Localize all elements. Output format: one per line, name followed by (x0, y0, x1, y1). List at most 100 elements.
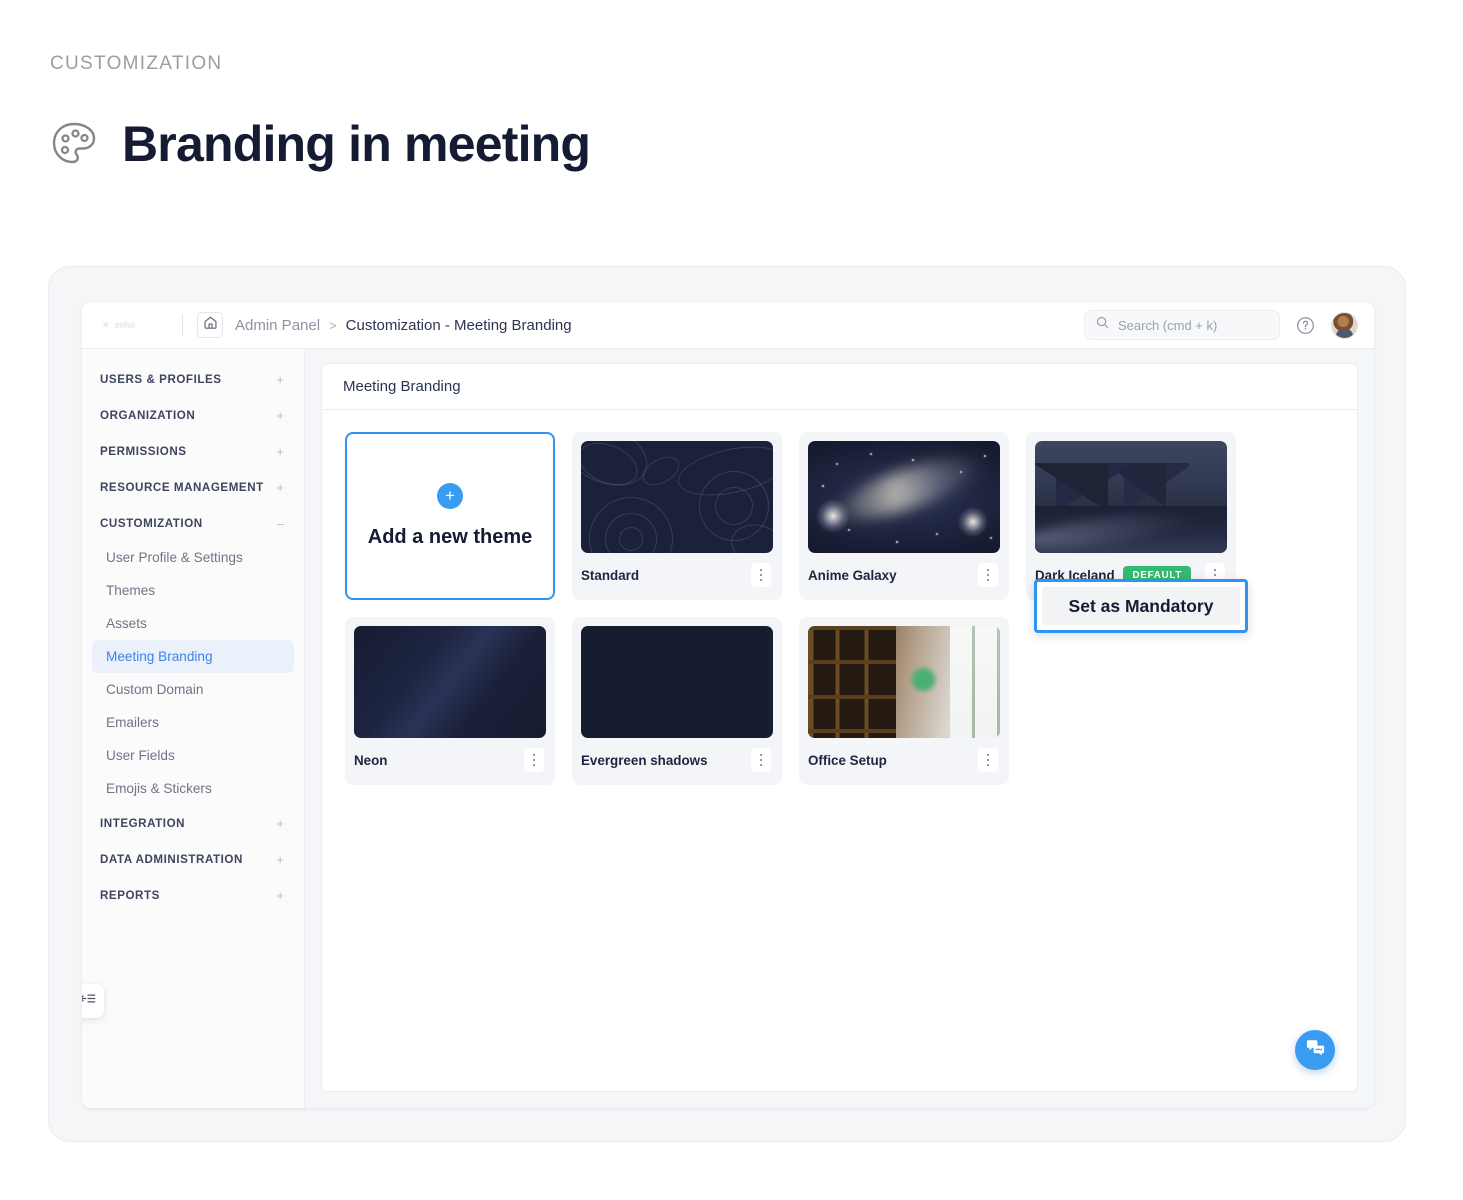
theme-card-footer: Office Setup (808, 738, 1000, 782)
theme-card-footer: Standard (581, 553, 773, 597)
sidebar-item-assets[interactable]: Assets (92, 607, 294, 640)
page-title: Branding in meeting (122, 119, 590, 169)
home-button[interactable] (197, 312, 223, 338)
brand-mark-icon: ✕ (102, 320, 110, 331)
theme-thumbnail-evergreen-shadows (581, 626, 773, 738)
expander-icon: + (276, 445, 284, 458)
add-new-theme-label: Add a new theme (368, 526, 532, 549)
expander-icon: + (276, 409, 284, 422)
sidebar-item-emojis-stickers[interactable]: Emojis & Stickers (92, 772, 294, 805)
sidebar-item-user-fields[interactable]: User Fields (92, 739, 294, 772)
theme-card[interactable]: Anime Galaxy (799, 432, 1009, 600)
app-frame: ✕ zoho Admin Panel > Customization - Mee… (48, 266, 1406, 1142)
topbar-right-tools: Search (cmd + k) (1084, 310, 1374, 340)
expander-icon: + (276, 889, 284, 902)
search-input[interactable]: Search (cmd + k) (1084, 310, 1280, 340)
palette-icon (48, 118, 100, 170)
theme-card[interactable]: Standard (572, 432, 782, 600)
sidebar-item-custom-domain[interactable]: Custom Domain (92, 673, 294, 706)
sidebar-item-label: User Profile & Settings (106, 550, 243, 565)
question-mark-icon[interactable] (1296, 316, 1315, 335)
theme-card-footer: Evergreen shadows (581, 738, 773, 782)
sidebar-group-customization[interactable]: CUSTOMIZATION – (82, 505, 304, 541)
expander-icon: – (277, 517, 284, 530)
search-placeholder: Search (cmd + k) (1118, 318, 1217, 333)
sidebar-group-label: PERMISSIONS (100, 445, 187, 458)
sidebar-group-label: REPORTS (100, 889, 160, 902)
topbar-divider (182, 314, 183, 336)
expander-icon: + (276, 817, 284, 830)
meeting-branding-panel: Meeting Branding + Add a new theme (321, 363, 1358, 1092)
sidebar: USERS & PROFILES + ORGANIZATION + PERMIS… (82, 349, 305, 1108)
kebab-menu-icon[interactable] (978, 748, 998, 772)
sidebar-item-label: Meeting Branding (106, 649, 213, 664)
sidebar-group-label: ORGANIZATION (100, 409, 195, 422)
sidebar-group-label: INTEGRATION (100, 817, 185, 830)
page-title-row: Branding in meeting (48, 118, 590, 170)
app-body: USERS & PROFILES + ORGANIZATION + PERMIS… (82, 349, 1374, 1108)
sidebar-group-resource-management[interactable]: RESOURCE MANAGEMENT + (82, 469, 304, 505)
sidebar-item-label: Emailers (106, 715, 159, 730)
chat-support-button[interactable] (1295, 1030, 1335, 1070)
sidebar-group-integration[interactable]: INTEGRATION + (82, 805, 304, 841)
theme-name: Evergreen shadows (581, 753, 708, 768)
theme-thumbnail-neon (354, 626, 546, 738)
kebab-menu-icon[interactable] (524, 748, 544, 772)
menu-item-set-as-mandatory[interactable]: Set as Mandatory (1042, 587, 1240, 625)
kebab-menu-icon[interactable] (751, 563, 771, 587)
panel-title: Meeting Branding (322, 364, 1357, 410)
sidebar-group-label: DATA ADMINISTRATION (100, 853, 243, 866)
theme-name: Anime Galaxy (808, 568, 897, 583)
expander-icon: + (276, 853, 284, 866)
sidebar-item-label: Themes (106, 583, 155, 598)
expander-icon: + (276, 481, 284, 494)
sidebar-item-label: Assets (106, 616, 147, 631)
home-icon (203, 315, 218, 335)
sidebar-group-permissions[interactable]: PERMISSIONS + (82, 433, 304, 469)
theme-thumbnail-dark-iceland (1035, 441, 1227, 553)
theme-name: Neon (354, 753, 387, 768)
expander-icon: + (276, 373, 284, 386)
sidebar-item-meeting-branding[interactable]: Meeting Branding (92, 640, 294, 673)
brand-wordmark: zoho (115, 320, 136, 330)
theme-name: Office Setup (808, 753, 887, 768)
chat-bubbles-icon (1305, 1037, 1326, 1063)
main-content: Meeting Branding + Add a new theme (305, 349, 1374, 1108)
plus-icon: + (437, 483, 463, 509)
theme-thumbnail-standard (581, 441, 773, 553)
theme-thumbnail-office-setup (808, 626, 1000, 738)
sidebar-group-users-profiles[interactable]: USERS & PROFILES + (82, 361, 304, 397)
add-new-theme-card[interactable]: + Add a new theme (345, 432, 555, 600)
brand-logo[interactable]: ✕ zoho (82, 320, 178, 331)
sidebar-item-label: Emojis & Stickers (106, 781, 212, 796)
breadcrumb-current: Customization - Meeting Branding (346, 317, 572, 334)
sidebar-group-data-administration[interactable]: DATA ADMINISTRATION + (82, 841, 304, 877)
breadcrumb-root[interactable]: Admin Panel (235, 317, 320, 334)
sidebar-group-reports[interactable]: REPORTS + (82, 877, 304, 913)
sidebar-item-emailers[interactable]: Emailers (92, 706, 294, 739)
kebab-menu-icon[interactable] (978, 563, 998, 587)
user-avatar[interactable] (1331, 312, 1358, 339)
theme-card-footer: Neon (354, 738, 546, 782)
page-eyebrow: CUSTOMIZATION (50, 53, 222, 75)
breadcrumb-separator: > (329, 318, 337, 333)
theme-card-footer: Anime Galaxy (808, 553, 1000, 597)
top-bar: ✕ zoho Admin Panel > Customization - Mee… (82, 302, 1374, 349)
sidebar-item-label: Custom Domain (106, 682, 203, 697)
theme-card[interactable]: Dark Iceland DEFAULT (1026, 432, 1236, 600)
sidebar-item-user-profile-settings[interactable]: User Profile & Settings (92, 541, 294, 574)
sidebar-group-label: RESOURCE MANAGEMENT (100, 481, 264, 494)
sidebar-group-label: CUSTOMIZATION (100, 517, 203, 530)
sidebar-group-label: USERS & PROFILES (100, 373, 222, 386)
sidebar-item-label: User Fields (106, 748, 175, 763)
kebab-menu-icon[interactable] (751, 748, 771, 772)
collapse-sidebar-button[interactable] (82, 984, 104, 1018)
breadcrumb: Admin Panel > Customization - Meeting Br… (235, 317, 572, 334)
theme-thumbnail-anime-galaxy (808, 441, 1000, 553)
search-icon (1096, 316, 1109, 334)
theme-card[interactable]: Office Setup (799, 617, 1009, 785)
sidebar-group-organization[interactable]: ORGANIZATION + (82, 397, 304, 433)
theme-card[interactable]: Evergreen shadows (572, 617, 782, 785)
sidebar-item-themes[interactable]: Themes (92, 574, 294, 607)
theme-card[interactable]: Neon (345, 617, 555, 785)
